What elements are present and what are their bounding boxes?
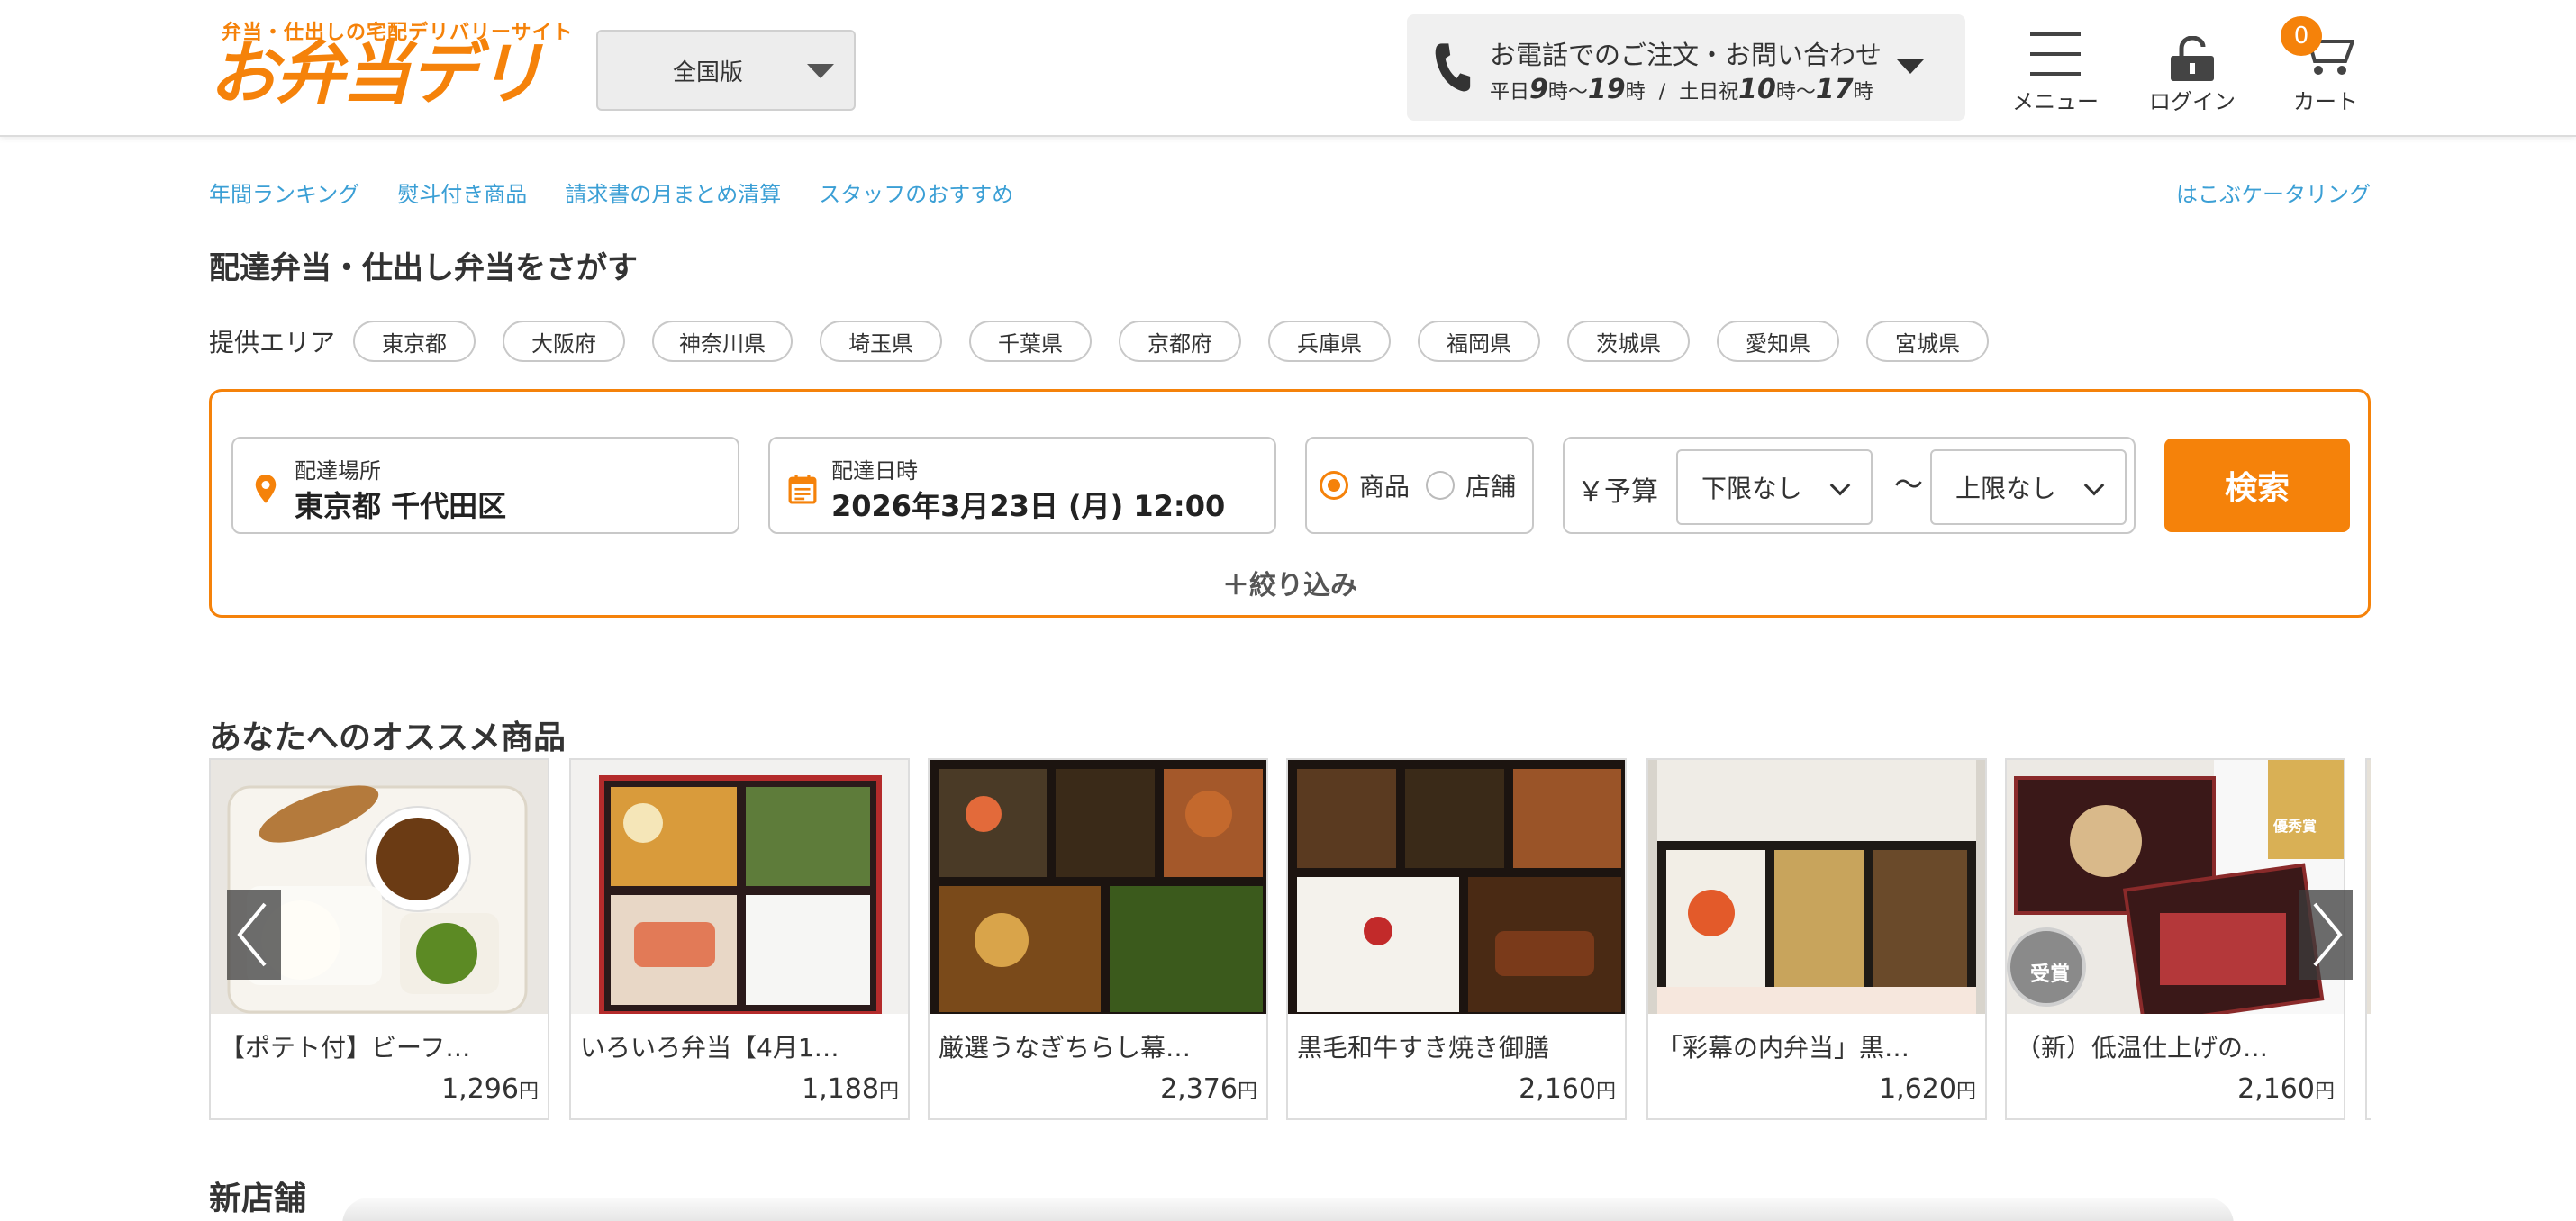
award-seal: 受賞 xyxy=(2030,963,2071,986)
search-button[interactable]: 検索 xyxy=(2164,439,2350,532)
calendar-icon xyxy=(788,475,817,504)
product-price: 1,188円 xyxy=(802,1073,899,1105)
chevron-down-icon xyxy=(2083,475,2105,496)
recommend-carousel: 【ポテト付】ビーフカレー 1,296円 いろいろ弁当【4月1日納品 1,188円 xyxy=(209,758,2371,1122)
area-chip[interactable]: 東京都 xyxy=(353,321,476,362)
product-price: 1,296円 xyxy=(441,1073,539,1105)
phone-title: お電話でのご注文・お問い合わせ xyxy=(1490,40,1882,70)
narrow-down-toggle[interactable]: ＋絞り込み xyxy=(212,563,2368,602)
site-header: 弁当・仕出しの宅配デリバリーサイト お弁当デリ 全国版 お電話でのご注文・お問い… xyxy=(0,0,2576,137)
product-name: 「彩幕の内弁当」黒毛和牛 xyxy=(1657,1033,1927,1063)
search-type-radio-group: 商品 店舗 xyxy=(1305,437,1534,534)
budget-range-separator: 〜 xyxy=(1894,467,1924,502)
product-image xyxy=(1288,760,1625,1014)
product-image xyxy=(930,760,1266,1014)
area-chip[interactable]: 京都府 xyxy=(1119,321,1242,362)
delivery-place-label: 配達場所 xyxy=(295,458,381,484)
radio-shop-label: 店舗 xyxy=(1465,472,1516,502)
area-chip[interactable]: 大阪府 xyxy=(503,321,626,362)
delivery-datetime-label: 配達日時 xyxy=(831,458,918,484)
budget-min-select[interactable]: 下限なし xyxy=(1676,449,1873,525)
product-card[interactable]: 黒毛和牛すき焼き御膳 2,160円 xyxy=(1286,758,1627,1120)
menu-label: メニュー xyxy=(2012,89,2099,114)
chevron-down-icon xyxy=(1897,59,1924,74)
area-row: 提供エリア 東京都 大阪府 神奈川県 埼玉県 千葉県 京都府 兵庫県 福岡県 茨… xyxy=(209,321,2016,362)
budget-min-value: 下限なし xyxy=(1701,474,1803,503)
product-name: （新）低温仕上げのサーロイン xyxy=(2016,1033,2286,1063)
cart-count-badge: 0 xyxy=(2281,16,2322,56)
budget-label: ￥予算 xyxy=(1577,476,1658,508)
login-button[interactable]: ログイン xyxy=(2147,18,2237,119)
logo-text: お弁当デリ xyxy=(209,33,544,113)
subnav-link-invoice[interactable]: 請求書の月まとめ清算 xyxy=(565,176,781,208)
product-price: 2,376円 xyxy=(1160,1073,1257,1105)
budget-max-select[interactable]: 上限なし xyxy=(1930,449,2127,525)
hamburger-menu-icon xyxy=(2030,32,2081,76)
delivery-datetime-value: 2026年3月23日 (月) 12:00 xyxy=(831,489,1226,523)
phone-icon xyxy=(1435,43,1471,92)
product-price: 2,160円 xyxy=(2237,1073,2335,1105)
region-select-value: 全国版 xyxy=(672,59,743,86)
map-pin-icon xyxy=(255,475,277,503)
delivery-place-value: 東京都 千代田区 xyxy=(295,489,507,523)
product-card[interactable]: 優秀賞 受賞 （新）低温仕上げのサーロイン 2,160円 xyxy=(2005,758,2345,1120)
menu-button[interactable]: メニュー xyxy=(2010,18,2100,119)
subnav-link-staff-picks[interactable]: スタッフのおすすめ xyxy=(819,176,1013,208)
chevron-left-icon xyxy=(237,902,267,967)
product-name: いろいろ弁当【4月1日納品 xyxy=(580,1033,850,1063)
sub-navigation: 年間ランキング 熨斗付き商品 請求書の月まとめ清算 スタッフのおすすめ xyxy=(209,176,1013,208)
cart-label: カート xyxy=(2293,89,2358,114)
subnav-link-catering[interactable]: はこぶケータリング xyxy=(2176,176,2371,208)
area-chip[interactable]: 茨城県 xyxy=(1567,321,1691,362)
award-badge: 優秀賞 xyxy=(2273,818,2317,835)
delivery-place-field[interactable]: 配達場所 東京都 千代田区 xyxy=(231,437,739,534)
area-chip[interactable]: 福岡県 xyxy=(1418,321,1541,362)
area-chip[interactable]: 兵庫県 xyxy=(1268,321,1392,362)
radio-shop[interactable] xyxy=(1426,471,1455,500)
search-section-title: 配達弁当・仕出し弁当をさがす xyxy=(209,250,638,286)
chevron-down-icon xyxy=(1829,475,1851,496)
region-select[interactable]: 全国版 xyxy=(596,30,856,111)
product-name: 黒毛和牛すき焼き御膳 xyxy=(1297,1033,1550,1063)
product-image xyxy=(2367,760,2371,1014)
subnav-link-noshi[interactable]: 熨斗付き商品 xyxy=(397,176,527,208)
recommend-section-title: あなたへのオススメ商品 xyxy=(209,719,567,756)
chevron-right-icon xyxy=(2313,902,2343,967)
search-form: 配達場所 東京都 千代田区 配達日時 2026年3月23日 (月) 12:00 … xyxy=(209,389,2371,618)
delivery-datetime-field[interactable]: 配達日時 2026年3月23日 (月) 12:00 xyxy=(768,437,1276,534)
area-chip[interactable]: 千葉県 xyxy=(969,321,1093,362)
product-name: 【ポテト付】ビーフカレー xyxy=(220,1033,490,1063)
new-shops-section-title: 新店舗 xyxy=(209,1180,307,1217)
product-card[interactable]: 「彩幕の内弁当」黒毛和牛 1,620円 xyxy=(1646,758,1987,1120)
area-label: 提供エリア xyxy=(209,328,336,357)
product-card[interactable]: いろいろ弁当【4月1日納品 1,188円 xyxy=(569,758,910,1120)
chevron-down-icon xyxy=(807,64,834,78)
product-name: 厳選うなぎちらし幕の内弁当 xyxy=(939,1033,1209,1063)
area-chip[interactable]: 埼玉県 xyxy=(820,321,943,362)
product-image xyxy=(1648,760,1985,1014)
product-image xyxy=(571,760,908,1014)
product-card[interactable]: 厳選うなぎちらし幕の内弁当 2,376円 xyxy=(928,758,1268,1120)
login-label: ログイン xyxy=(2149,89,2236,114)
area-chip[interactable]: 神奈川県 xyxy=(652,321,794,362)
lock-icon xyxy=(2171,36,2214,81)
budget-field: ￥予算 下限なし 〜 上限なし xyxy=(1563,437,2136,534)
radio-product-label: 商品 xyxy=(1358,472,1410,502)
product-price: 2,160円 xyxy=(1519,1073,1616,1105)
carousel-next-button[interactable] xyxy=(2299,890,2353,980)
area-chip[interactable]: 愛知県 xyxy=(1717,321,1840,362)
radio-product[interactable] xyxy=(1320,471,1348,500)
product-price: 1,620円 xyxy=(1879,1073,1976,1105)
carousel-prev-button[interactable] xyxy=(227,890,281,980)
subnav-link-ranking[interactable]: 年間ランキング xyxy=(209,176,359,208)
site-logo[interactable]: 弁当・仕出しの宅配デリバリーサイト お弁当デリ xyxy=(209,16,573,122)
budget-max-value: 上限なし xyxy=(1955,474,2057,503)
product-card[interactable] xyxy=(2365,758,2371,1120)
area-chip[interactable]: 宮城県 xyxy=(1866,321,1990,362)
phone-hours: 平日9時〜19時 / 土日祝10時〜17時 xyxy=(1490,74,1873,105)
bottom-fade xyxy=(342,1198,2234,1221)
phone-order-dropdown[interactable]: お電話でのご注文・お問い合わせ 平日9時〜19時 / 土日祝10時〜17時 xyxy=(1407,14,1965,121)
